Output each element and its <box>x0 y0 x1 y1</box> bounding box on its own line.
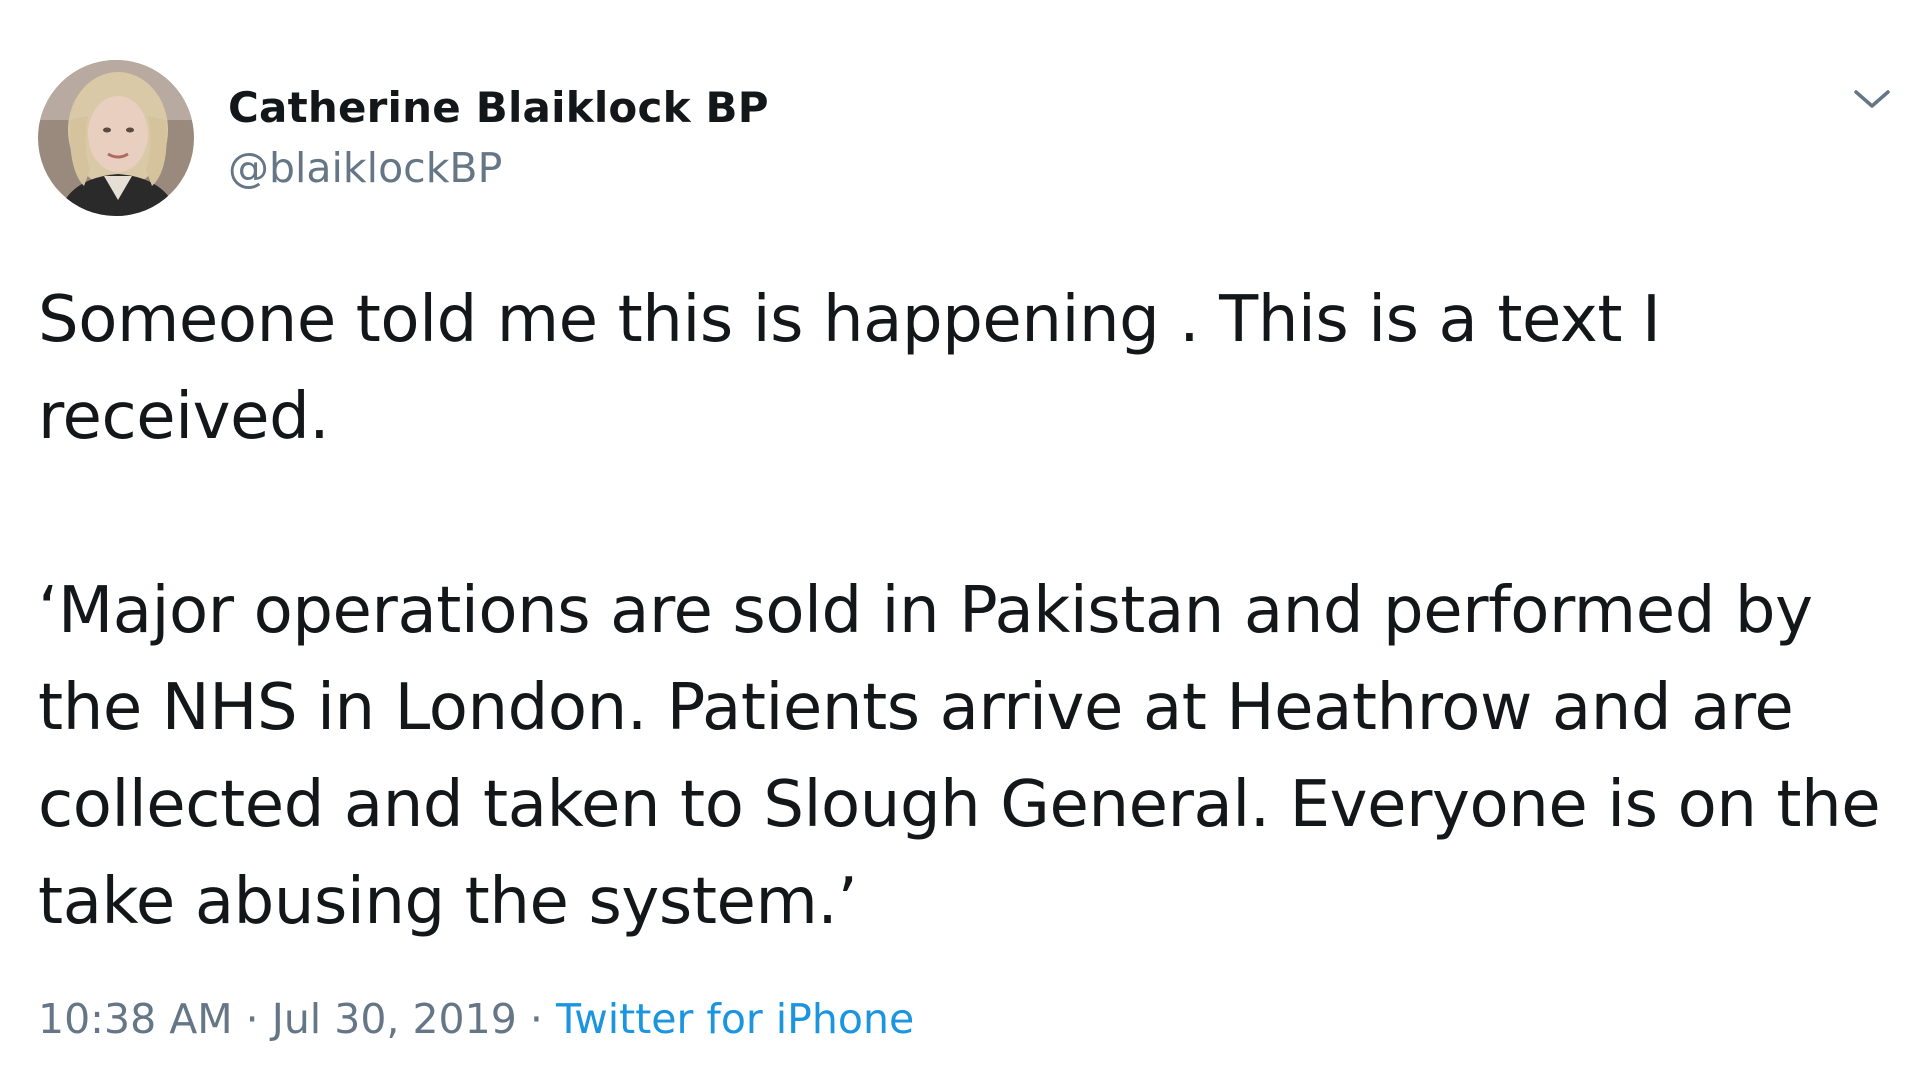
avatar-image <box>38 60 194 216</box>
tweet-meta: 10:38 AM · Jul 30, 2019 · Twitter for iP… <box>38 994 914 1044</box>
author-display-name[interactable]: Catherine Blaiklock BP <box>228 83 769 133</box>
meta-separator: · <box>232 995 272 1043</box>
meta-separator: · <box>516 995 556 1043</box>
tweet-paragraph: Someone told me this is happening . This… <box>38 283 1661 454</box>
avatar[interactable] <box>38 60 194 216</box>
author-handle[interactable]: @blaiklockBP <box>228 143 769 193</box>
tweet-date[interactable]: Jul 30, 2019 <box>272 995 517 1043</box>
tweet-text: Someone told me this is happening . This… <box>38 272 1888 951</box>
author-names: Catherine Blaiklock BP @blaiklockBP <box>228 83 769 193</box>
chevron-down-icon[interactable] <box>1850 84 1894 114</box>
tweet-time[interactable]: 10:38 AM <box>38 995 233 1043</box>
tweet-header: Catherine Blaiklock BP @blaiklockBP <box>38 60 769 216</box>
tweet-paragraph: ‘Major operations are sold in Pakistan a… <box>38 574 1881 939</box>
tweet-source-link[interactable]: Twitter for iPhone <box>556 995 914 1043</box>
tweet-card: Catherine Blaiklock BP @blaiklockBP Some… <box>0 0 1920 1080</box>
